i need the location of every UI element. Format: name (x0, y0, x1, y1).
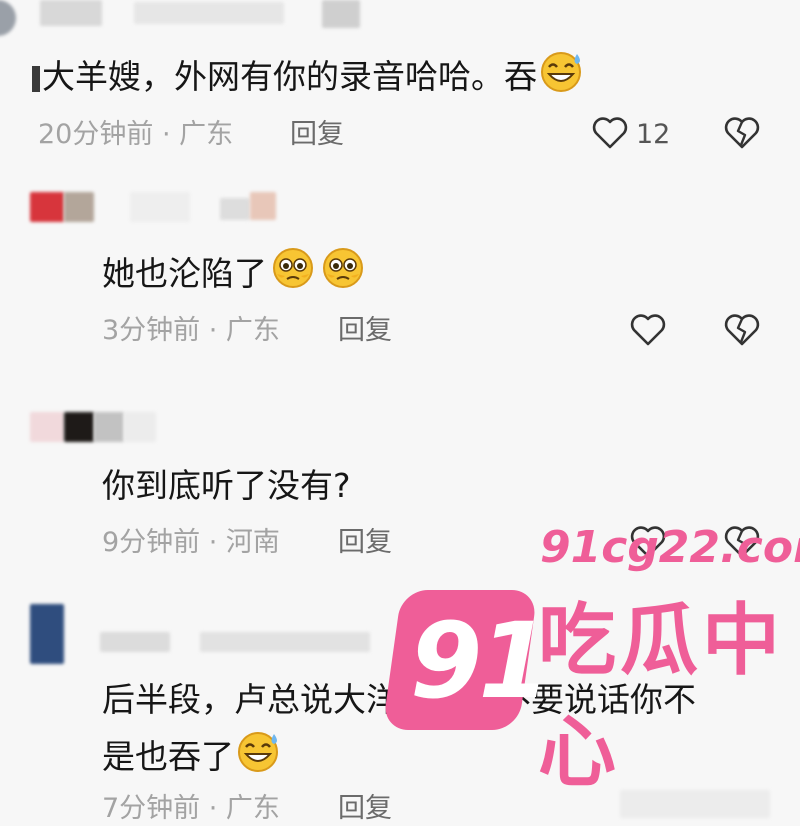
pleading-tears-emoji (319, 246, 367, 305)
reply-button[interactable]: 回复 (338, 792, 392, 826)
comment-text: 大羊嫂，外网有你的录音哈哈。吞 (42, 50, 585, 107)
pleading-tears-emoji (269, 246, 317, 305)
reply-button[interactable]: 回复 (290, 118, 344, 152)
left-marker (32, 66, 40, 92)
username-blurred[interactable] (30, 412, 170, 452)
broken-heart-icon[interactable] (722, 113, 766, 157)
comment-timestamp: 3分钟前 · 广东 (102, 315, 280, 346)
reply-button[interactable]: 回复 (338, 526, 392, 560)
avatar[interactable] (0, 0, 16, 36)
comment-timestamp: 9分钟前 · 河南 (102, 527, 280, 558)
heart-outline-icon[interactable] (628, 310, 672, 354)
username-blurred[interactable] (100, 626, 390, 666)
username-blurred[interactable] (30, 192, 290, 232)
comment-timestamp: 20分钟前 · 广东 (38, 119, 234, 150)
comment-text: 她也沦陷了 (102, 246, 367, 305)
grinning-sweat-emoji (539, 50, 585, 107)
like-count: 12 (636, 119, 671, 150)
comment-timestamp: 7分钟前 · 广东 (102, 793, 280, 824)
watermark-name: 吃瓜中心 (538, 596, 785, 798)
watermark-number: 91 (410, 600, 551, 722)
comment-item: 大羊嫂，外网有你的录音哈哈。吞 20分钟前 · 广东 回复 12 (0, 0, 800, 170)
comment-text: 你到底听了没有? (102, 466, 351, 505)
username-blurred[interactable] (40, 0, 370, 40)
avatar[interactable] (30, 604, 64, 664)
comment-section: 大羊嫂，外网有你的录音哈哈。吞 20分钟前 · 广东 回复 12 她也沦陷了 3… (0, 0, 800, 824)
comment-item: 她也沦陷了 3分钟前 · 广东 回复 (0, 180, 800, 380)
grinning-sweat-emoji (236, 730, 282, 787)
broken-heart-icon[interactable] (722, 310, 766, 354)
watermark-url: 91cg22.com (540, 522, 800, 573)
reply-button[interactable]: 回复 (338, 314, 392, 348)
heart-outline-icon[interactable] (590, 113, 634, 157)
